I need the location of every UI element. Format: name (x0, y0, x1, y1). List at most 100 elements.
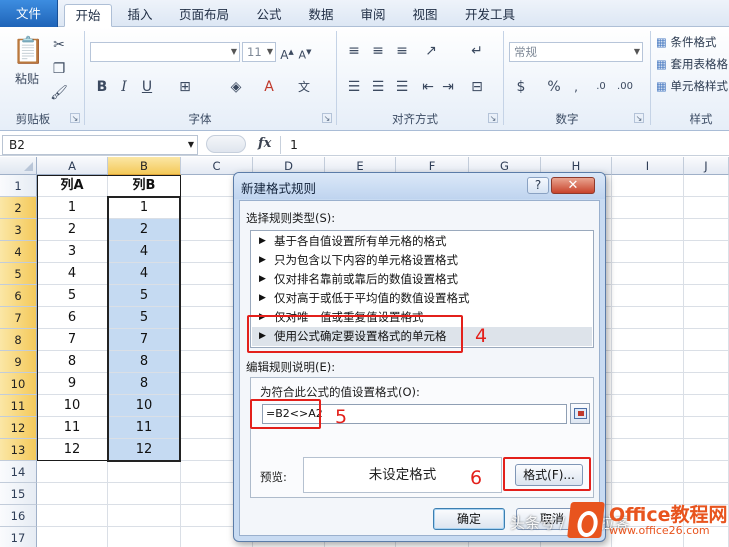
cell-A13[interactable]: 12 (37, 439, 107, 460)
tab-file[interactable]: 文件 (0, 0, 58, 27)
ok-button[interactable]: 确定 (433, 508, 505, 530)
select-all-button[interactable] (0, 157, 37, 175)
row-header[interactable]: 4 (0, 241, 37, 263)
row-header[interactable]: 11 (0, 395, 37, 417)
tab-home[interactable]: 开始 (64, 4, 112, 27)
column-header-b[interactable]: B (108, 157, 181, 175)
decrease-indent-icon[interactable]: ⇤ (420, 79, 436, 95)
rule-type-item[interactable]: ▶ 仅对排名靠前或靠后的数值设置格式 (252, 270, 592, 289)
bold-icon[interactable]: B (96, 79, 108, 95)
close-button[interactable]: ✕ (551, 177, 595, 194)
paste-label[interactable]: 粘贴 (10, 71, 44, 87)
alignment-launcher-icon[interactable]: ↘ (488, 113, 498, 123)
help-button[interactable]: ? (527, 177, 549, 194)
tab-insert[interactable]: 插入 (116, 4, 164, 27)
column-header-i[interactable]: I (612, 157, 684, 175)
italic-icon[interactable]: I (118, 79, 130, 95)
row-header[interactable]: 3 (0, 219, 37, 241)
grow-font-icon[interactable]: A▲ (280, 44, 294, 63)
increase-indent-icon[interactable]: ⇥ (440, 79, 456, 95)
cell-A8[interactable]: 7 (37, 329, 107, 350)
cut-icon[interactable]: ✂ (50, 37, 68, 53)
cell-A6[interactable]: 5 (37, 285, 107, 306)
cell-A11[interactable]: 10 (37, 395, 107, 416)
align-center-icon[interactable]: ☰ (370, 79, 386, 95)
align-middle-icon[interactable]: ≡ (370, 43, 386, 59)
conditional-formatting-button[interactable]: ▦ 条件格式 (656, 33, 717, 51)
cell-B2[interactable]: 1 (108, 197, 180, 218)
row-header[interactable]: 10 (0, 373, 37, 395)
font-launcher-icon[interactable]: ↘ (322, 113, 332, 123)
border-icon[interactable]: ⊞ (178, 79, 192, 95)
rule-type-list[interactable]: ▶ 基于各自值设置所有单元格的格式 ▶ 只为包含以下内容的单元格设置格式 ▶ 仅对排名… (250, 230, 594, 348)
rule-type-item[interactable]: ▶ 基于各自值设置所有单元格的格式 (252, 232, 592, 251)
cell-B1[interactable]: 列B (108, 175, 180, 196)
format-as-table-button[interactable]: ▦ 套用表格格 (656, 55, 728, 73)
formula-input-field[interactable]: =B2<>A2 (262, 404, 567, 424)
collapse-dialog-button[interactable] (570, 403, 590, 424)
percent-icon[interactable]: % (546, 79, 562, 95)
rule-type-item[interactable]: ▶ 仅对唯一值或重复值设置格式 (252, 308, 592, 327)
row-header[interactable]: 17 (0, 527, 37, 547)
clipboard-launcher-icon[interactable]: ↘ (70, 113, 80, 123)
copy-icon[interactable]: ❐ (50, 61, 68, 77)
rule-type-item-selected[interactable]: ▶ 使用公式确定要设置格式的单元格 (252, 327, 592, 346)
cell-A9[interactable]: 8 (37, 351, 107, 372)
tab-page-layout[interactable]: 页面布局 (168, 4, 240, 27)
number-launcher-icon[interactable]: ↘ (634, 113, 644, 123)
row-header[interactable]: 14 (0, 461, 37, 483)
row-header[interactable]: 1 (0, 175, 37, 197)
row-header[interactable]: 13 (0, 439, 37, 461)
row-header[interactable]: 7 (0, 307, 37, 329)
merge-center-icon[interactable]: ⊟ (468, 79, 486, 95)
decrease-decimal-icon[interactable]: .00 (616, 79, 634, 95)
row-header[interactable]: 9 (0, 351, 37, 373)
cell-B13[interactable]: 12 (108, 439, 180, 460)
format-button[interactable]: 格式(F)... (515, 464, 583, 486)
insert-function-icon[interactable]: fx (258, 136, 271, 151)
row-header[interactable]: 15 (0, 483, 37, 505)
cell-A3[interactable]: 2 (37, 219, 107, 240)
cell-A12[interactable]: 11 (37, 417, 107, 438)
cell-B9[interactable]: 8 (108, 351, 180, 372)
cell-A10[interactable]: 9 (37, 373, 107, 394)
number-format-combo[interactable]: 常规 ▼ (509, 42, 643, 62)
row-header[interactable]: 8 (0, 329, 37, 351)
row-header[interactable]: 2 (0, 197, 37, 219)
tab-review[interactable]: 审阅 (350, 4, 396, 27)
cell-styles-button[interactable]: ▦ 单元格样式 (656, 77, 728, 95)
cell-B7[interactable]: 5 (108, 307, 180, 328)
tab-developer[interactable]: 开发工具 (454, 4, 526, 27)
chevron-down-icon[interactable]: ▼ (188, 136, 194, 154)
cell-B6[interactable]: 5 (108, 285, 180, 306)
cell-A4[interactable]: 3 (37, 241, 107, 262)
shrink-font-icon[interactable]: A▼ (298, 44, 312, 64)
formula-input[interactable]: 1 (290, 135, 298, 155)
cell-A2[interactable]: 1 (37, 197, 107, 218)
row-header[interactable]: 6 (0, 285, 37, 307)
underline-icon[interactable]: U (140, 79, 154, 95)
name-box[interactable]: B2 ▼ (2, 135, 198, 155)
formula-bar-resize-handle[interactable] (206, 135, 246, 153)
increase-decimal-icon[interactable]: .0 (592, 79, 610, 95)
row-header[interactable]: 12 (0, 417, 37, 439)
orientation-icon[interactable]: ↗ (422, 43, 440, 59)
row-header[interactable]: 16 (0, 505, 37, 527)
dialog-titlebar[interactable]: 新建格式规则 ? ✕ (234, 173, 605, 199)
cell-B8[interactable]: 7 (108, 329, 180, 350)
align-top-icon[interactable]: ≡ (346, 43, 362, 59)
tab-view[interactable]: 视图 (402, 4, 448, 27)
paste-icon[interactable]: 📋 (12, 35, 44, 69)
cell-B11[interactable]: 10 (108, 395, 180, 416)
phonetic-icon[interactable]: 文 (296, 79, 312, 95)
font-color-icon[interactable]: A (262, 79, 276, 95)
cell-B12[interactable]: 11 (108, 417, 180, 438)
column-header-a[interactable]: A (37, 157, 108, 175)
tab-formulas[interactable]: 公式 (246, 4, 292, 27)
tab-data[interactable]: 数据 (298, 4, 344, 27)
cell-A1[interactable]: 列A (37, 175, 107, 196)
cell-B3[interactable]: 2 (108, 219, 180, 240)
align-left-icon[interactable]: ☰ (346, 79, 362, 95)
fill-color-icon[interactable]: ◈ (228, 79, 244, 95)
cell-A7[interactable]: 6 (37, 307, 107, 328)
